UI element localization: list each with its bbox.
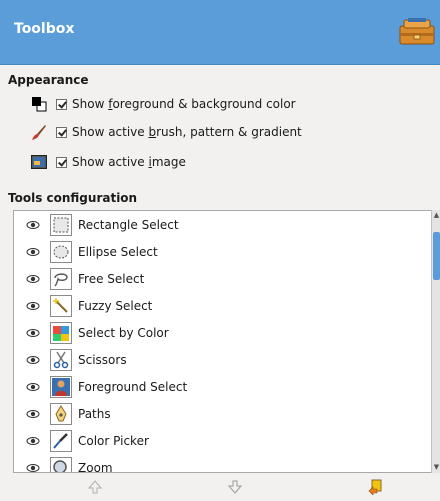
tool-label: Rectangle Select — [78, 217, 179, 232]
foreground-select-icon — [50, 375, 72, 398]
rect-select-icon — [50, 213, 72, 236]
eye-icon[interactable] — [26, 436, 40, 446]
tool-label: Free Select — [78, 271, 145, 286]
tool-label: Paths — [78, 406, 111, 421]
tool-row-fuzzy-select[interactable]: Fuzzy Select — [14, 292, 432, 319]
raise-tool-button[interactable] — [86, 479, 104, 495]
tool-row-scissors[interactable]: Scissors — [14, 346, 432, 373]
tool-row-select-by-color[interactable]: Select by Color — [14, 319, 432, 346]
tools-list-scrollbar[interactable]: ▲ ▼ — [431, 210, 440, 473]
tool-row-zoom[interactable]: Zoom — [14, 454, 432, 473]
select-by-color-icon — [50, 321, 72, 344]
active-image-checkbox[interactable] — [56, 156, 67, 168]
paths-icon — [50, 402, 72, 425]
tools-config-heading: Tools configuration — [8, 191, 138, 205]
eye-icon[interactable] — [26, 220, 40, 230]
option-active-image[interactable]: Show active image — [30, 151, 186, 173]
fg-bg-color-icon — [30, 95, 48, 113]
tool-label: Foreground Select — [78, 379, 188, 394]
brush-pattern-gradient-label: Show active brush, pattern & gradient — [72, 125, 302, 139]
active-image-label: Show active image — [72, 155, 186, 169]
tool-label: Select by Color — [78, 325, 169, 340]
tool-row-ellipse-select[interactable]: Ellipse Select — [14, 238, 432, 265]
fg-bg-color-checkbox[interactable] — [56, 98, 67, 110]
ellipse-select-icon — [50, 240, 72, 263]
eye-icon[interactable] — [26, 328, 40, 338]
tool-row-rectangle-select[interactable]: Rectangle Select — [14, 211, 432, 238]
eye-icon[interactable] — [26, 355, 40, 365]
option-fg-bg-color[interactable]: Show foreground & background color — [30, 93, 296, 115]
tool-row-foreground-select[interactable]: Foreground Select — [14, 373, 432, 400]
lasso-icon — [50, 267, 72, 290]
tool-label: Ellipse Select — [78, 244, 158, 259]
scissors-icon — [50, 348, 72, 371]
eye-icon[interactable] — [26, 463, 40, 473]
lower-tool-button[interactable] — [226, 479, 244, 495]
dialog-header: Toolbox — [0, 0, 440, 65]
tool-row-paths[interactable]: Paths — [14, 400, 432, 427]
option-brush-pattern-gradient[interactable]: Show active brush, pattern & gradient — [30, 121, 302, 143]
eye-icon[interactable] — [26, 409, 40, 419]
scroll-down-arrow-icon[interactable]: ▼ — [432, 462, 440, 472]
reset-tools-button[interactable] — [366, 479, 384, 495]
tool-row-color-picker[interactable]: Color Picker — [14, 427, 432, 454]
reset-tools-icon — [368, 479, 382, 495]
brush-pattern-gradient-checkbox[interactable] — [56, 126, 67, 138]
eye-icon[interactable] — [26, 274, 40, 284]
appearance-heading: Appearance — [8, 73, 89, 87]
raise-tool-icon — [88, 480, 102, 494]
tool-label: Scissors — [78, 352, 127, 367]
tools-list[interactable]: Rectangle Select Ellipse Select Free Sel… — [13, 210, 433, 473]
tool-label: Fuzzy Select — [78, 298, 153, 313]
zoom-icon — [50, 456, 72, 472]
tool-row-free-select[interactable]: Free Select — [14, 265, 432, 292]
tool-label: Zoom — [78, 460, 113, 473]
active-image-icon — [30, 153, 48, 171]
tool-label: Color Picker — [78, 433, 149, 448]
toolbox-icon — [398, 16, 436, 48]
dialog-title: Toolbox — [14, 21, 75, 37]
scrollbar-thumb[interactable] — [433, 232, 440, 280]
fg-bg-color-label: Show foreground & background color — [72, 97, 296, 111]
lower-tool-icon — [228, 480, 242, 494]
color-picker-icon — [50, 429, 72, 452]
scroll-up-arrow-icon[interactable]: ▲ — [432, 210, 440, 220]
magic-wand-icon — [50, 294, 72, 317]
eye-icon[interactable] — [26, 301, 40, 311]
eye-icon[interactable] — [26, 247, 40, 257]
eye-icon[interactable] — [26, 382, 40, 392]
brush-icon — [30, 123, 48, 141]
